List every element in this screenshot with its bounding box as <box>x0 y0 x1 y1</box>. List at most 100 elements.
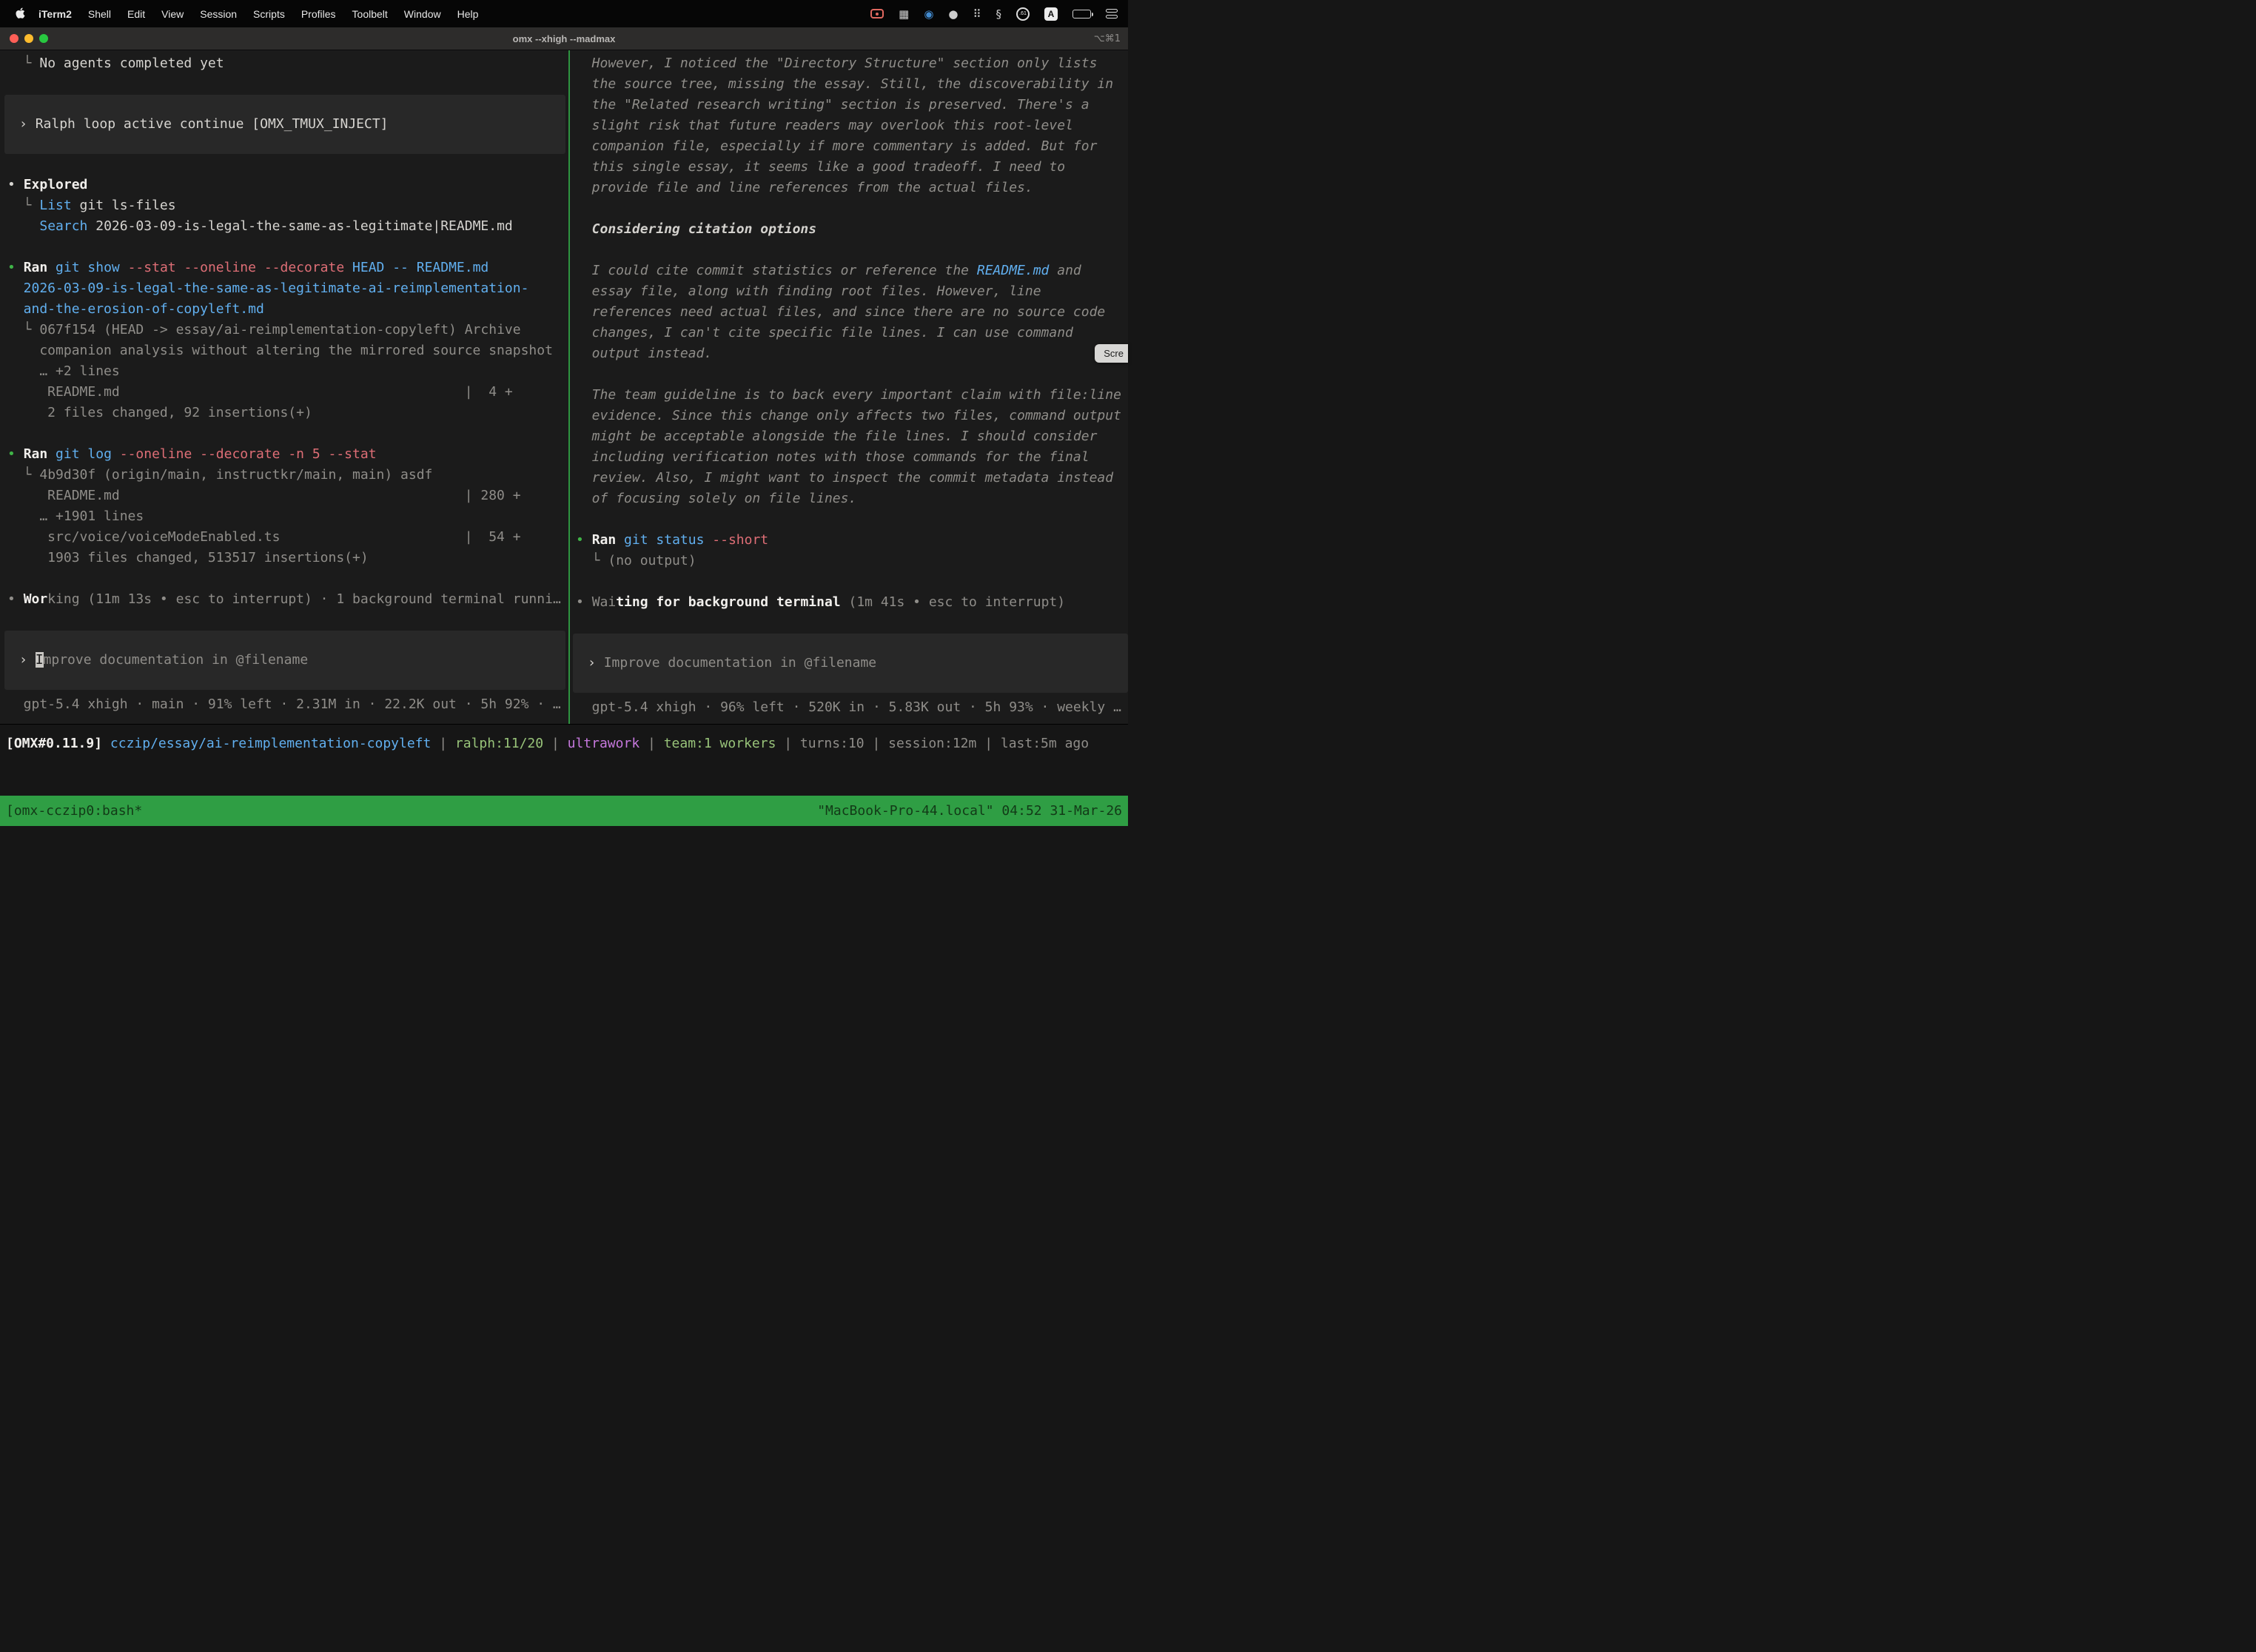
screen: iTerm2ShellEditViewSessionScriptsProfile… <box>0 0 1128 762</box>
reasoning-p1-l6: this single essay, it seems like a good … <box>576 157 1128 178</box>
git-log-out-3: … +1901 lines <box>7 506 568 527</box>
git-log-out-2: README.md | 280 + <box>7 486 568 506</box>
menu-help[interactable]: Help <box>449 8 487 20</box>
prompt-input: › Improve documentation in @filename <box>4 650 308 671</box>
left-terminal-pane[interactable]: └ No agents completed yet › Ralph loop ac… <box>0 50 568 724</box>
git-log-out-5: 1903 files changed, 513517 insertions(+) <box>7 548 568 568</box>
ran-git-log: • Ran git log --oneline --decorate -n 5 … <box>7 444 568 465</box>
blank-line <box>7 423 568 444</box>
notice-box: › Ralph loop active continue [OMX_TMUX_I… <box>4 95 565 154</box>
utility-icon[interactable]: § <box>996 7 1002 21</box>
right-terminal-pane[interactable]: However, I noticed the "Directory Struct… <box>570 50 1128 724</box>
omx-status-segment: | <box>431 736 455 751</box>
apple-menu-icon[interactable] <box>15 7 26 21</box>
input-source-icon[interactable]: A <box>1044 7 1058 21</box>
blank-line <box>7 568 568 589</box>
menu-window[interactable]: Window <box>396 8 449 20</box>
omx-status-segment: | <box>543 736 568 751</box>
apps-grid-icon[interactable]: ⠿ <box>973 7 981 21</box>
tmux-status-bar: [omx-cczip0:bash* "MacBook-Pro-44.local"… <box>0 796 1128 826</box>
blank-line <box>576 364 1128 385</box>
reasoning-p3-l3: might be acceptable alongside the file l… <box>576 426 1128 447</box>
reasoning-p2-l4: changes, I can't cite specific file line… <box>576 323 1128 343</box>
blank-line <box>7 74 568 95</box>
control-center-icon[interactable] <box>1106 9 1118 19</box>
reasoning-p3-l1: The team guideline is to back every impo… <box>576 385 1128 406</box>
menu-bar-status-icons: ▦ ◉ ● ⠿ § .61 A <box>870 7 1118 21</box>
omx-status-segment: | <box>976 736 1001 751</box>
reasoning-p3-l6: of focusing solely on file lines. <box>576 488 1128 509</box>
prompt-input-box[interactable]: › Improve documentation in @filename <box>4 631 565 690</box>
window-shortcut-hint: ⌥⌘1 <box>1094 33 1128 44</box>
omx-status-segment: team:1 workers <box>664 736 776 751</box>
blank-line <box>7 610 568 631</box>
reasoning-p2-l2: essay file, along with finding root file… <box>576 281 1128 302</box>
explored-header: • Explored <box>7 175 568 195</box>
reasoning-p2-l5: output instead. <box>576 343 1128 364</box>
tmux-session-info: [omx-cczip0:bash* <box>6 803 142 819</box>
waiting-spinner-line: • Waiting for background terminal (1m 41… <box>576 592 1128 613</box>
battery-icon[interactable] <box>1072 10 1091 19</box>
ran-git-status: • Ran git status --short <box>576 530 1128 551</box>
blank-line <box>576 613 1128 634</box>
ran-git-show: • Ran git show --stat --oneline --decora… <box>7 258 568 278</box>
reasoning-p1-l4: slight risk that future readers may over… <box>576 115 1128 136</box>
blank-line <box>7 237 568 258</box>
git-show-arg-2: and-the-erosion-of-copyleft.md <box>7 299 568 320</box>
omx-status-segment: | <box>865 736 889 751</box>
reasoning-p1-l1: However, I noticed the "Directory Struct… <box>576 53 1128 74</box>
agents-status-line: └ No agents completed yet <box>7 53 568 74</box>
menu-iterm2[interactable]: iTerm2 <box>30 8 80 20</box>
menu-profiles[interactable]: Profiles <box>293 8 344 20</box>
reasoning-p1-l3: the "Related research writing" section i… <box>576 95 1128 115</box>
minimize-button[interactable] <box>24 34 33 43</box>
close-button[interactable] <box>10 34 19 43</box>
omx-status-segment: last:5m ago <box>1001 736 1089 751</box>
reasoning-p3-l2: evidence. Since this change only affects… <box>576 406 1128 426</box>
menu-view[interactable]: View <box>153 8 192 20</box>
screen-notification-tooltip: Scre <box>1095 344 1128 363</box>
blank-line <box>7 154 568 175</box>
prompt-input-box[interactable]: › Improve documentation in @filename <box>573 634 1128 693</box>
reasoning-heading: Considering citation options <box>576 219 1128 240</box>
explored-list: └ List git ls-files <box>7 195 568 216</box>
git-show-out-5: 2 files changed, 92 insertions(+) <box>7 403 568 423</box>
git-log-out-1: └ 4b9d30f (origin/main, instructkr/main,… <box>7 465 568 486</box>
macos-menu-bar: iTerm2ShellEditViewSessionScriptsProfile… <box>0 0 1128 27</box>
screen-recording-icon[interactable] <box>870 9 884 19</box>
menu-shell[interactable]: Shell <box>80 8 119 20</box>
app-circle-icon[interactable]: ● <box>948 7 958 21</box>
git-show-out-4: README.md | 4 + <box>7 382 568 403</box>
reasoning-p2-l3: references need actual files, and since … <box>576 302 1128 323</box>
reasoning-p2-l1: I could cite commit statistics or refere… <box>576 261 1128 281</box>
omx-status-segment: cczip/essay/ai-reimplementation-copyleft <box>110 736 431 751</box>
git-show-arg-1: 2026-03-09-is-legal-the-same-as-legitima… <box>7 278 568 299</box>
prompt-input: › Improve documentation in @filename <box>573 653 876 674</box>
menu-session[interactable]: Session <box>192 8 245 20</box>
blank-line <box>576 240 1128 261</box>
omx-status-segment: turns:10 <box>800 736 865 751</box>
reasoning-p3-l4: including verification notes with those … <box>576 447 1128 468</box>
omx-status-bar: [OMX#0.11.9] cczip/essay/ai-reimplementa… <box>0 724 1128 762</box>
explored-search: Search 2026-03-09-is-legal-the-same-as-l… <box>7 216 568 237</box>
reasoning-p1-l2: the source tree, missing the essay. Stil… <box>576 74 1128 95</box>
menu-toolbelt[interactable]: Toolbelt <box>344 8 396 20</box>
omx-status-segment: [OMX#0.11.9] <box>6 736 110 751</box>
omx-status-segment: | <box>639 736 664 751</box>
blank-line <box>576 571 1128 592</box>
menu-scripts[interactable]: Scripts <box>245 8 293 20</box>
omx-status-segment: session:12m <box>888 736 976 751</box>
git-show-out-2: companion analysis without altering the … <box>7 340 568 361</box>
browser-icon[interactable]: ◉ <box>924 7 933 21</box>
git-show-out-3: … +2 lines <box>7 361 568 382</box>
blank-line <box>576 509 1128 530</box>
window-tiling-icon[interactable]: ▦ <box>899 7 909 21</box>
window-title-bar[interactable]: omx --xhigh --madmax ⌥⌘1 <box>0 27 1128 50</box>
menu-edit[interactable]: Edit <box>119 8 153 20</box>
fullscreen-button[interactable] <box>39 34 48 43</box>
reasoning-p1-l7: provide file and line references from th… <box>576 178 1128 198</box>
battery-gauge-icon[interactable]: .61 <box>1016 7 1030 21</box>
working-spinner-line: • Working (11m 13s • esc to interrupt) ·… <box>7 589 568 610</box>
reasoning-p3-l5: review. Also, I might want to inspect th… <box>576 468 1128 488</box>
git-log-out-4: src/voice/voiceModeEnabled.ts | 54 + <box>7 527 568 548</box>
